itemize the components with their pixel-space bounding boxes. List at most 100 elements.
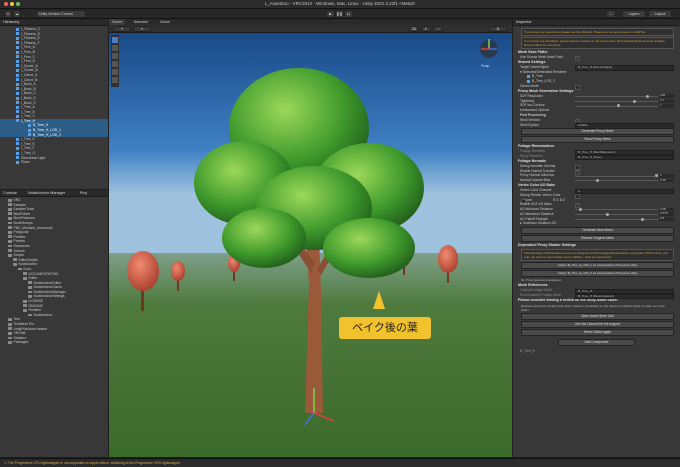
project-item-label: NodeGroups: [13, 220, 33, 225]
gizmos-dropdown[interactable]: ⚙: [489, 26, 507, 32]
never-show-button[interactable]: Never Show Again: [521, 328, 674, 336]
folder-icon: [28, 290, 32, 294]
console-tab[interactable]: Console: [3, 191, 17, 195]
project-item-label: EditorScripts: [18, 257, 38, 262]
pause-button[interactable]: ❚❚: [335, 10, 344, 18]
project-item-label: PBS_Modules_Humanoid: [13, 225, 53, 230]
main-toolbar: ● ☁ Unity Version Control ▶ ❚❚ ▸| ⌕ Laye…: [0, 9, 680, 19]
gameobject-icon: [16, 73, 19, 77]
project-item-label: README: [28, 303, 44, 308]
gameobject-icon: [16, 156, 19, 160]
generate-proxy-button[interactable]: Generate Proxy Mesh: [521, 128, 674, 136]
hierarchy-tab[interactable]: Hierarchy: [0, 19, 108, 26]
persp-label[interactable]: Persp: [481, 64, 489, 68]
cloud-icon[interactable]: ☁: [13, 10, 21, 18]
selected-renderer-2[interactable]: B_Tree_LOD_1: [532, 79, 555, 83]
restore-mesh-button[interactable]: Restore Original Mesh: [521, 235, 674, 243]
gameobject-icon: [16, 96, 19, 100]
nodeanchor-tab[interactable]: NodeAnchor Manager: [28, 190, 65, 196]
project-tab[interactable]: Proj: [80, 190, 87, 196]
project-item-label: NodeAnchorSettings: [33, 294, 65, 299]
occlusion-distance-foldout[interactable]: ▸ Occlusion Distance AO: [520, 221, 556, 225]
global-dropdown[interactable]: ▾: [133, 26, 151, 32]
project-item-label: Prefabs: [13, 234, 26, 239]
use-source-mesh-checkbox[interactable]: ✓: [575, 56, 580, 61]
advanced-options-foldout[interactable]: ▾ Advanced Options: [520, 108, 549, 112]
inspector-footer-object: B_Tree_H: [520, 349, 535, 354]
2d-toggle[interactable]: 2D: [409, 26, 419, 32]
sdf-resolution-slider[interactable]: [575, 94, 658, 98]
folder-icon: [13, 263, 17, 266]
tool-palette[interactable]: [111, 35, 119, 87]
ao-max-slider[interactable]: [575, 212, 658, 216]
gameobject-icon: [16, 151, 19, 155]
proxy-influence-slider[interactable]: [575, 174, 658, 178]
window-title: L_AssetZoo - VRC2012 - Windows, Mac, Lin…: [264, 1, 416, 6]
center-dropdown[interactable]: ▾: [113, 26, 131, 32]
gameobject-icon: [16, 64, 19, 68]
account-icon[interactable]: ●: [4, 10, 12, 18]
project-item-label: Resources: [13, 243, 30, 248]
layers-dropdown[interactable]: Layers: [622, 10, 646, 18]
hierarchy-item-label: I_Fern_D: [21, 59, 36, 64]
folder-icon: [18, 267, 22, 271]
sdf-iso-slider[interactable]: [575, 104, 658, 108]
ao-falloff-value[interactable]: 0.8: [659, 217, 674, 221]
hierarchy-item-label: B_Tree_H_LOD_1: [33, 128, 61, 133]
weld-epsilon-field[interactable]: 0.0001: [575, 123, 674, 129]
project-item-label: MoreFeatures: [13, 216, 35, 221]
gameobject-icon: [28, 124, 31, 128]
show-proxy-button[interactable]: Show Proxy Mesh: [521, 136, 674, 144]
version-control-dropdown[interactable]: Unity Version Control: [36, 10, 86, 18]
processed-mesh-field[interactable]: B_Tree_H (Renormalized): [575, 293, 674, 300]
normal-upward-value[interactable]: 0.25: [659, 178, 674, 183]
normal-upward-slider[interactable]: [575, 179, 658, 183]
folder-icon: [23, 299, 27, 303]
project-item-label: Scripts: [13, 253, 24, 258]
join-discord-button[interactable]: Join the Discord for full support: [521, 320, 674, 328]
gizmo-mode-checkbox[interactable]: [575, 84, 580, 90]
assign-lod1-button[interactable]: Assign 'B_Tree_H_LOD_1' as a Dependent o…: [521, 262, 674, 270]
ao-min-slider[interactable]: [575, 208, 658, 212]
gameobject-icon: [16, 78, 19, 82]
hierarchy-item[interactable]: Plane: [0, 160, 108, 165]
generate-new-mesh-button[interactable]: Generate New Mesh: [521, 227, 674, 235]
step-button[interactable]: ▸|: [344, 10, 353, 18]
hierarchy-item-label: I_Tree_C: [21, 114, 36, 119]
open-store-button[interactable]: Open Asset Store Link: [521, 312, 674, 320]
inspector-tab[interactable]: Inspector: [513, 19, 680, 26]
scene-viewport[interactable]: Persp ベイク後の葉: [109, 33, 512, 457]
project-item[interactable]: Packages: [0, 340, 108, 345]
proxy-renderer-field[interactable]: B_Tree_H_Proxy: [575, 154, 674, 161]
audio-toggle-icon[interactable]: ♪: [433, 26, 443, 32]
folder-icon: [23, 308, 27, 312]
folder-icon: [8, 221, 12, 225]
ao-max-label: AO Maximum Distance: [520, 211, 554, 216]
tightness-slider[interactable]: [575, 99, 658, 103]
lighting-toggle-icon[interactable]: ☀: [421, 26, 431, 32]
vertex-channel-label: Vertex Color Channel: [520, 187, 552, 192]
selected-renderer-1[interactable]: B_Tree: [532, 74, 543, 78]
project-item-label: NodeAnchorGizmo: [33, 285, 63, 290]
folder-icon: [8, 203, 12, 207]
hierarchy-item-label: I_Bush_E: [21, 100, 36, 105]
weld-epsilon-label: Weld Epsilon: [520, 122, 540, 127]
hierarchy-item-label: I_Tree_H: [21, 118, 36, 123]
sdf-iso-value[interactable]: 1: [659, 103, 674, 108]
assign-lod2-button[interactable]: Assign 'B_Tree_H_LOD_2' as a Dependent o…: [521, 270, 674, 278]
proxy-influence-value[interactable]: 1: [659, 173, 674, 178]
gameobject-icon: [16, 68, 19, 72]
review-text: Reviews and stars greatly help asset cre…: [521, 303, 665, 312]
project-item-label: UnityPubAsset header: [13, 326, 48, 331]
gameobject-icon: [16, 32, 19, 36]
title-bar: L_AssetZoo - VRC2012 - Windows, Mac, Lin…: [0, 0, 680, 9]
hierarchy-item-label: I_Flowers_F: [21, 40, 40, 45]
add-component-button[interactable]: Add Component: [558, 338, 635, 347]
hierarchy-item-label: I_Tree_D: [21, 137, 36, 142]
search-icon[interactable]: ⌕: [606, 10, 616, 18]
gameobject-icon: [28, 128, 31, 132]
ao-falloff-slider[interactable]: [575, 217, 658, 221]
play-button[interactable]: ▶: [326, 10, 335, 18]
selected-renderers-label[interactable]: ▾ Selected/Generated Renderer: [520, 70, 567, 74]
layout-dropdown[interactable]: Layout: [648, 10, 672, 18]
